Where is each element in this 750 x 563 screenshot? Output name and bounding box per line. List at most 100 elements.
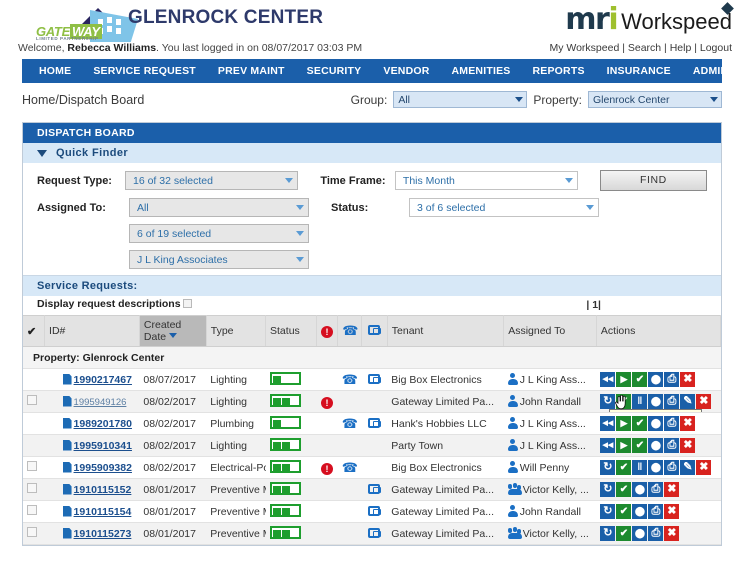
request-id-cell[interactable]: 1995910341 — [44, 434, 140, 457]
action-print-button[interactable]: ⎙ — [648, 482, 664, 497]
pagination[interactable]: | 1| — [586, 299, 601, 311]
status-select[interactable]: 3 of 6 selected — [409, 198, 599, 217]
request-type-select[interactable]: 16 of 32 selected — [124, 171, 299, 190]
column-header-created-date[interactable]: Created Date — [139, 315, 207, 347]
row-checkbox-cell[interactable] — [23, 500, 45, 523]
nav-item-reports[interactable]: REPORTS — [521, 59, 595, 83]
action-print-button[interactable]: ⎙ — [648, 504, 664, 519]
table-row[interactable]: 1995949126 08/02/2017 Lighting! Gateway Lim… — [23, 390, 721, 413]
action-print-button[interactable]: ⎙ — [664, 438, 680, 453]
request-id-cell[interactable]: 1910115152 — [44, 478, 140, 501]
nav-item-admin[interactable]: ADMIN — [682, 59, 739, 83]
request-id-link[interactable]: 1910115152 — [74, 484, 132, 496]
action-rewind-button[interactable]: ◀◀ — [600, 438, 616, 453]
table-row[interactable]: 1990217467 08/07/2017 Lighting ☎ Big Box Ele… — [23, 368, 721, 391]
row-checkbox[interactable] — [27, 527, 37, 537]
request-id-link[interactable]: 1995909382 — [74, 462, 132, 474]
action-refresh-button[interactable]: ↻ — [600, 526, 616, 541]
table-row[interactable]: 1910115152 08/01/2017Preventive Mai... Gat… — [23, 478, 721, 501]
link-logout[interactable]: Logout — [700, 42, 732, 54]
request-id-cell[interactable]: 1989201780 — [44, 412, 140, 435]
request-id-link[interactable]: 1910115154 — [74, 506, 132, 518]
row-checkbox[interactable] — [27, 461, 37, 471]
find-button[interactable]: FIND — [599, 170, 707, 191]
action-check-button[interactable]: ✔ — [632, 372, 648, 387]
assigned-to-select[interactable]: All — [129, 198, 309, 217]
table-row[interactable]: 1910115154 08/01/2017Preventive Mai... Gat… — [23, 500, 721, 523]
action-edit-button[interactable]: ✎ — [680, 394, 696, 409]
nav-item-insurance[interactable]: INSURANCE — [596, 59, 682, 83]
action-print-button[interactable]: ⎙ — [664, 372, 680, 387]
link-search[interactable]: Search — [628, 42, 661, 54]
request-id-link[interactable]: 1995949126 — [74, 397, 127, 408]
action-rewind-button[interactable]: ◀◀ — [600, 416, 616, 431]
action-check-button[interactable]: ✔ — [616, 460, 632, 475]
display-descriptions-checkbox[interactable] — [182, 299, 192, 308]
nav-item-service-request[interactable]: SERVICE REQUEST — [82, 59, 207, 83]
action-comment-button[interactable]: ⬤ — [648, 438, 664, 453]
action-delete-button[interactable]: ✖ — [680, 416, 696, 431]
action-print-button[interactable]: ⎙ — [648, 526, 664, 541]
request-id-link[interactable]: 1910115273 — [74, 528, 132, 540]
action-play-button[interactable]: ▶ — [616, 438, 632, 453]
table-row[interactable]: 1995909382 08/02/2017Electrical-Power! ☎ Bi… — [23, 456, 721, 479]
action-refresh-button[interactable]: ↻ — [600, 482, 616, 497]
request-id-link[interactable]: 1989201780 — [74, 418, 132, 430]
action-delete-button[interactable]: ✖ — [664, 504, 680, 519]
action-comment-button[interactable]: ⬤ — [648, 372, 664, 387]
row-checkbox-cell[interactable] — [23, 478, 45, 501]
action-comment-button[interactable]: ⬤ — [648, 460, 664, 475]
action-edit-button[interactable]: ✎ — [680, 460, 696, 475]
nav-item-amenities[interactable]: AMENITIES — [441, 59, 522, 83]
request-id-link[interactable]: 1995910341 — [74, 440, 132, 452]
action-delete-button[interactable]: ✖ — [680, 372, 696, 387]
action-delete-button[interactable]: ✖ — [664, 482, 680, 497]
request-id-cell[interactable]: 1995949126 — [44, 390, 140, 413]
row-checkbox[interactable] — [27, 505, 37, 515]
action-refresh-button[interactable]: ↻ — [600, 504, 616, 519]
link-help[interactable]: Help — [670, 42, 692, 54]
action-pause-button[interactable]: ‖ — [632, 394, 648, 409]
action-refresh-button[interactable]: ↻ — [600, 460, 616, 475]
row-checkbox[interactable] — [27, 483, 37, 493]
action-print-button[interactable]: ⎙ — [664, 460, 680, 475]
row-checkbox[interactable] — [27, 395, 37, 405]
action-play-button[interactable]: ▶ — [616, 372, 632, 387]
row-checkbox-cell[interactable] — [23, 390, 45, 413]
nav-item-home[interactable]: HOME — [28, 59, 82, 83]
action-comment-button[interactable]: ⬤ — [632, 482, 648, 497]
action-play-button[interactable]: ▶ — [616, 416, 632, 431]
action-comment-button[interactable]: ⬤ — [648, 416, 664, 431]
action-pause-button[interactable]: ‖ — [632, 460, 648, 475]
action-delete-button[interactable]: ✖ — [680, 438, 696, 453]
assigned-to-select-3[interactable]: J L King Associates — [129, 250, 309, 269]
action-check-button[interactable]: ✔ — [616, 504, 632, 519]
request-id-link[interactable]: 1990217467 — [74, 374, 132, 386]
nav-item-security[interactable]: SECURITY — [296, 59, 373, 83]
request-id-cell[interactable]: 1990217467 — [44, 368, 140, 391]
action-comment-button[interactable]: ⬤ — [632, 504, 648, 519]
quick-finder-header[interactable]: Quick Finder — [23, 143, 721, 163]
row-checkbox-cell[interactable] — [23, 456, 45, 479]
nav-item-prev-maint[interactable]: PREV MAINT — [207, 59, 296, 83]
action-refresh-button[interactable]: ↻ — [600, 394, 616, 409]
action-comment-button[interactable]: ⬤ — [632, 526, 648, 541]
table-row[interactable]: 1910115273 08/01/2017Preventive Mai... Gat… — [23, 522, 721, 545]
action-print-button[interactable]: ⎙ — [664, 416, 680, 431]
action-delete-button[interactable]: ✖ — [696, 460, 712, 475]
request-id-cell[interactable]: 1910115154 — [44, 500, 140, 523]
group-select[interactable]: All — [393, 91, 528, 108]
time-frame-select[interactable]: This Month — [394, 171, 578, 190]
request-id-cell[interactable]: 1910115273 — [44, 522, 140, 545]
action-check-button[interactable]: ✔ — [632, 438, 648, 453]
row-checkbox-cell[interactable] — [23, 522, 45, 545]
action-delete-button[interactable]: ✖ — [664, 526, 680, 541]
action-delete-button[interactable]: ✖ — [696, 394, 712, 409]
action-comment-button[interactable]: ⬤ — [648, 394, 664, 409]
nav-item-vendor[interactable]: VENDOR — [372, 59, 440, 83]
action-check-button[interactable]: ✔ — [616, 482, 632, 497]
property-select[interactable]: Glenrock Center — [588, 91, 722, 108]
link-my-workspeed[interactable]: My Workspeed — [549, 42, 619, 54]
table-row[interactable]: 1995910341 08/02/2017 Lighting Party Town J … — [23, 434, 721, 457]
select-all-header[interactable]: ✔ — [23, 315, 46, 347]
